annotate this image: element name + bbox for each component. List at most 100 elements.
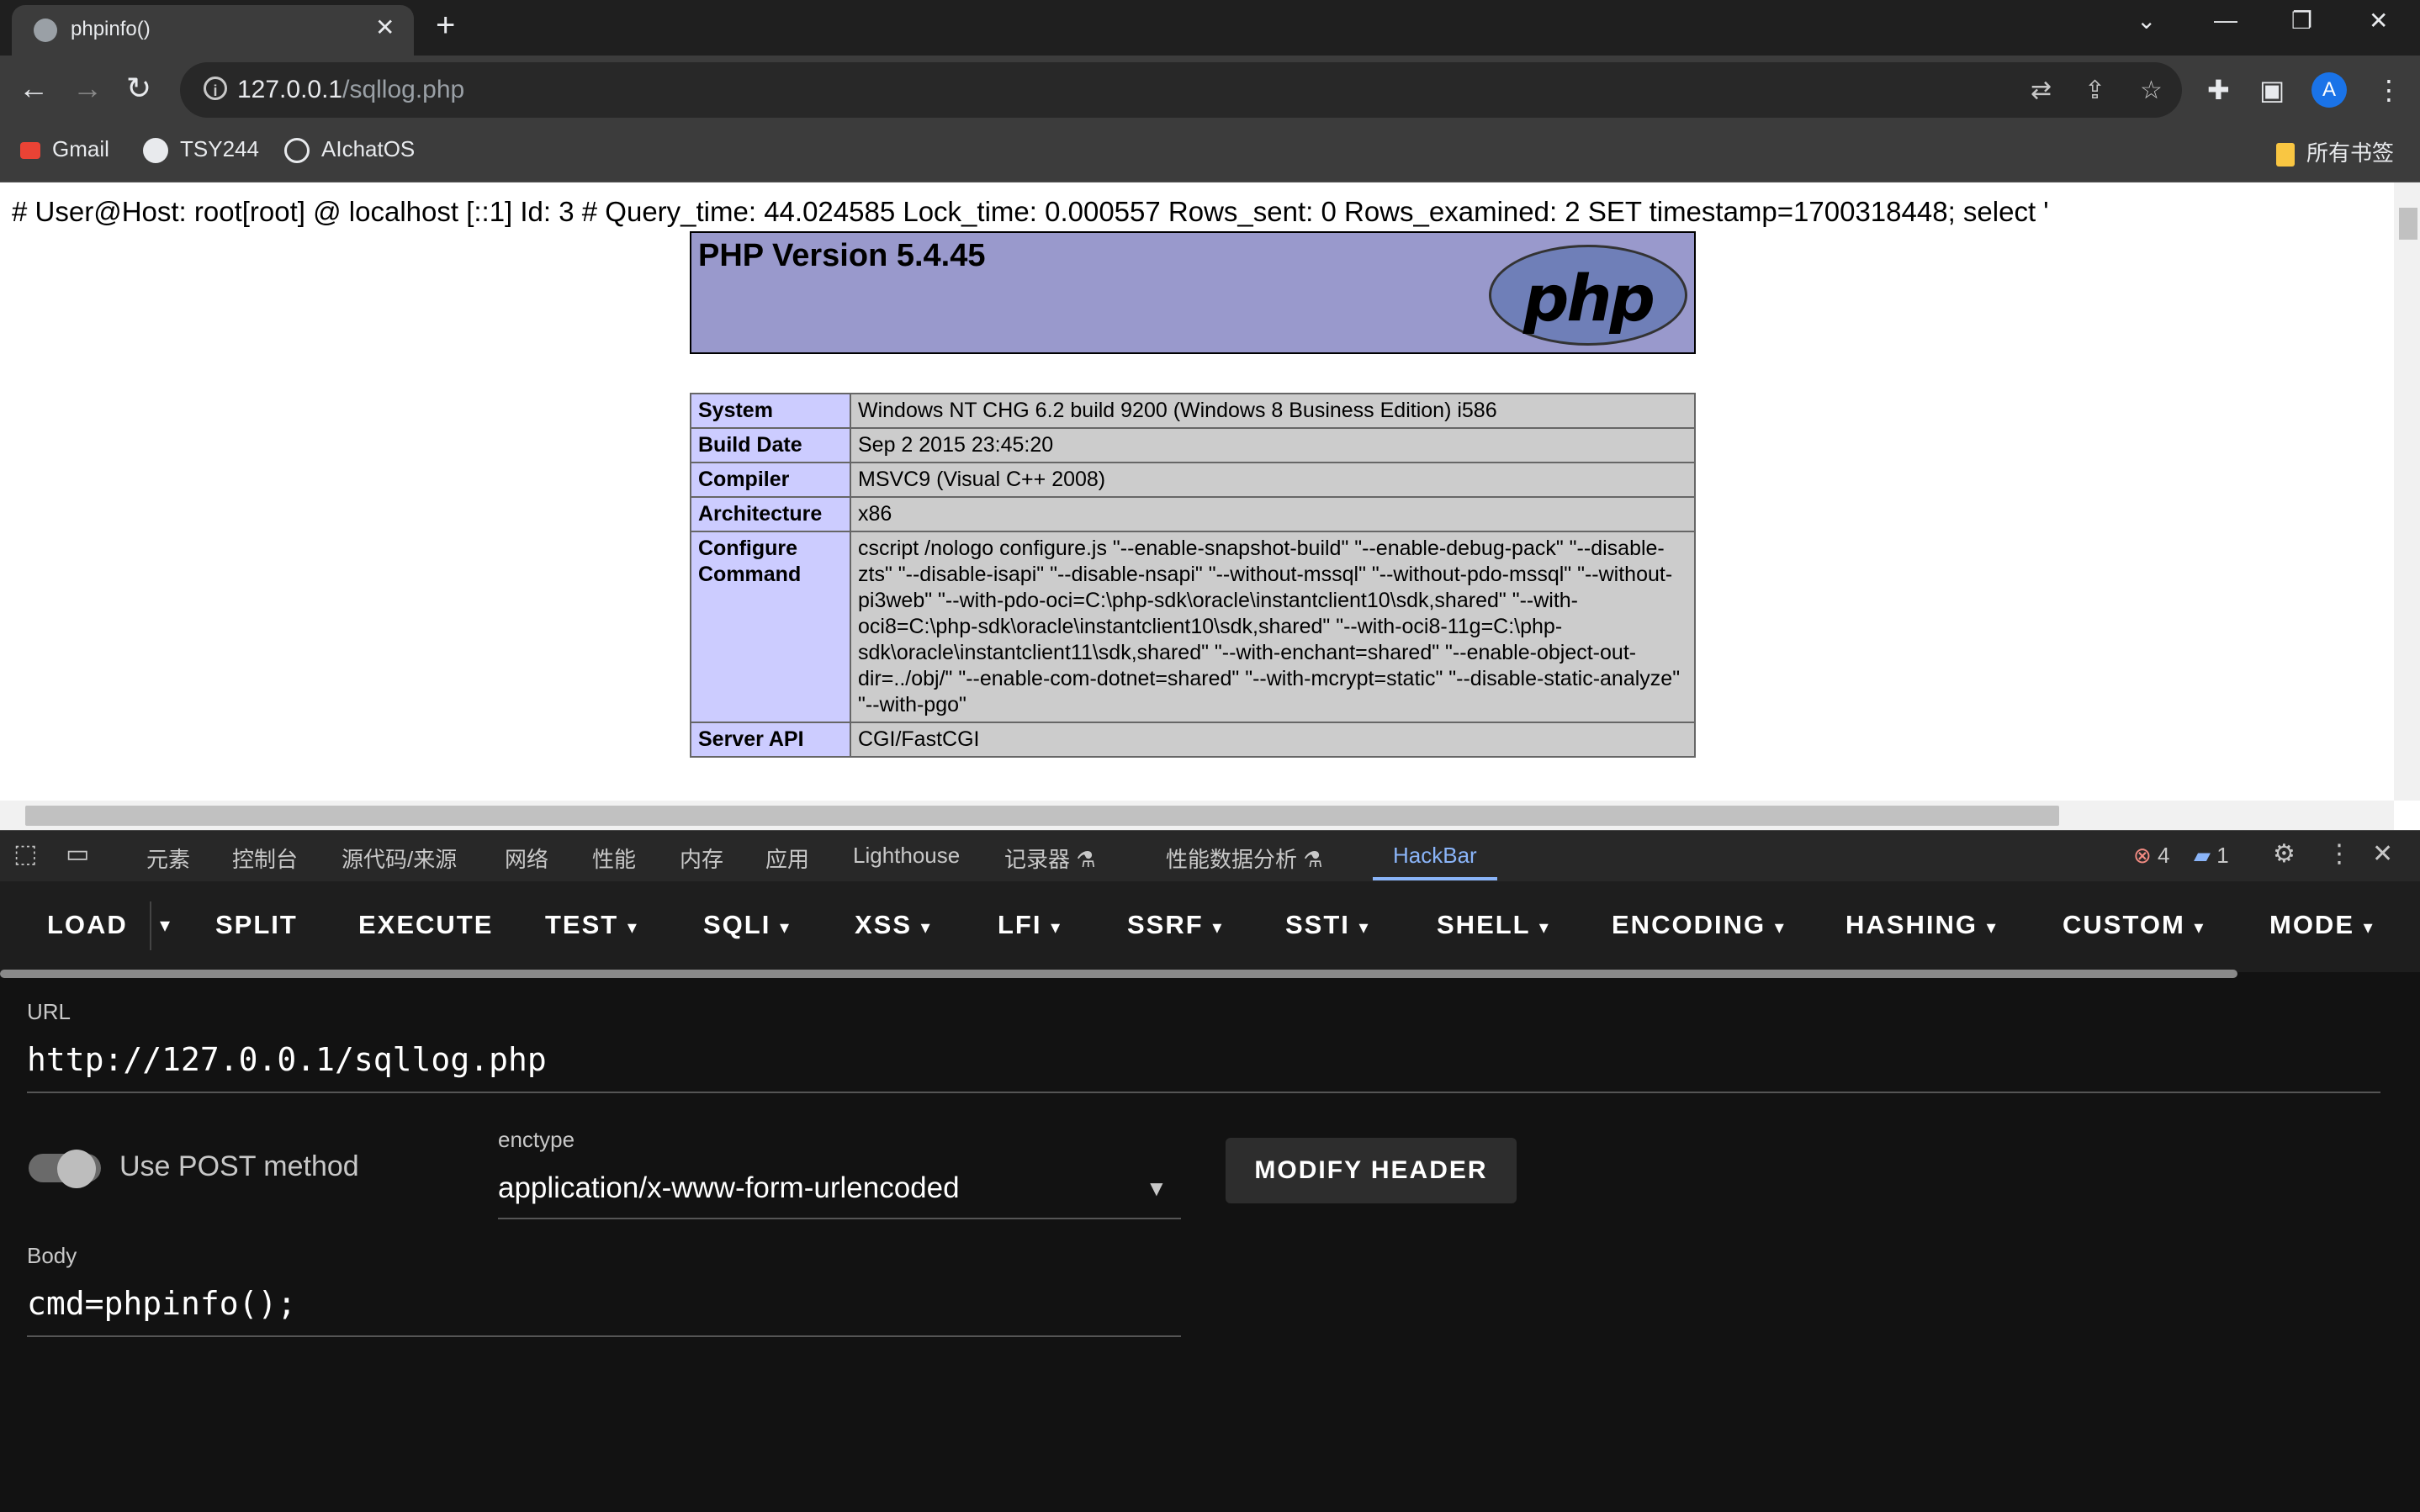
folder-icon bbox=[2276, 143, 2295, 167]
lfi-menu[interactable]: LFI ▾ bbox=[998, 910, 1062, 940]
url-input-underline bbox=[27, 1092, 2380, 1093]
bookmark-aichatos[interactable]: AIchatOS bbox=[284, 136, 416, 164]
devtools-tab-performance[interactable]: 性能 bbox=[592, 843, 636, 874]
enctype-dropdown-icon[interactable]: ▼ bbox=[1146, 1176, 1168, 1202]
horizontal-scroll-thumb[interactable] bbox=[25, 806, 2059, 826]
reload-icon[interactable]: ↻ bbox=[126, 71, 151, 106]
message-counter[interactable]: ▰ 1 bbox=[2194, 843, 2229, 869]
devtools-tab-hackbar[interactable]: HackBar bbox=[1393, 843, 1477, 869]
menu-label: CUSTOM bbox=[2063, 910, 2185, 939]
ssti-menu[interactable]: SSTI ▾ bbox=[1285, 910, 1370, 940]
bookmark-gmail[interactable]: Gmail bbox=[20, 136, 109, 162]
vertical-scrollbar[interactable] bbox=[2394, 182, 2420, 801]
devtools-tab-performance-insights[interactable]: 性能数据分析 ⚗ bbox=[1166, 843, 1323, 874]
url-label: URL bbox=[27, 999, 71, 1024]
extensions-puzzle-icon[interactable]: ✚ bbox=[2207, 74, 2230, 106]
chevron-down-icon: ▾ bbox=[1538, 917, 1550, 938]
load-dropdown-icon[interactable]: ▾ bbox=[160, 913, 172, 938]
error-counter[interactable]: ⊗ 4 bbox=[2133, 843, 2169, 869]
bookmark-star-icon[interactable]: ☆ bbox=[2140, 76, 2163, 105]
close-tab-icon[interactable]: ✕ bbox=[375, 13, 395, 41]
restore-button[interactable]: ❐ bbox=[2291, 7, 2312, 34]
xss-menu[interactable]: XSS ▾ bbox=[855, 910, 932, 940]
close-window-button[interactable]: ✕ bbox=[2369, 7, 2388, 34]
minimize-button[interactable]: — bbox=[2214, 7, 2237, 34]
execute-button[interactable]: EXECUTE bbox=[358, 910, 493, 940]
sqli-menu[interactable]: SQLI ▾ bbox=[703, 910, 791, 940]
sql-log-line: # User@Host: root[root] @ localhost [::1… bbox=[12, 196, 2049, 227]
settings-gear-icon[interactable]: ⚙ bbox=[2273, 839, 2296, 869]
url-input[interactable]: http://127.0.0.1/sqllog.php bbox=[27, 1041, 547, 1078]
side-panel-icon[interactable]: ▣ bbox=[2259, 74, 2285, 106]
chevron-down-icon: ▾ bbox=[1774, 917, 1786, 938]
post-method-toggle-knob[interactable] bbox=[57, 1150, 96, 1188]
message-count: 1 bbox=[2216, 843, 2229, 868]
menu-divider bbox=[150, 901, 151, 950]
active-tab-indicator bbox=[1373, 877, 1497, 880]
openai-icon bbox=[284, 138, 310, 164]
address-bar[interactable]: i 127.0.0.1/sqllog.php ⇄ ⇪ ☆ bbox=[180, 62, 2182, 118]
encoding-menu[interactable]: ENCODING ▾ bbox=[1612, 910, 1786, 940]
row-label: Configure Command bbox=[690, 531, 851, 723]
row-label: System bbox=[690, 393, 851, 429]
device-toolbar-icon[interactable]: ▭ bbox=[66, 839, 89, 869]
new-tab-button[interactable]: + bbox=[436, 7, 455, 45]
translate-icon[interactable]: ⇄ bbox=[2031, 76, 2052, 105]
menu-scrollbar[interactable] bbox=[0, 970, 2237, 978]
browser-toolbar: ← → ↻ i 127.0.0.1/sqllog.php ⇄ ⇪ ☆ ✚ ▣ A… bbox=[0, 56, 2420, 124]
custom-menu[interactable]: CUSTOM ▾ bbox=[2063, 910, 2205, 940]
chevron-down-icon: ▾ bbox=[920, 917, 932, 938]
shell-menu[interactable]: SHELL ▾ bbox=[1437, 910, 1550, 940]
error-icon: ⊗ bbox=[2133, 843, 2158, 868]
php-version-title: PHP Version 5.4.45 bbox=[698, 238, 986, 273]
devtools-tab-console[interactable]: 控制台 bbox=[232, 843, 298, 874]
chevron-down-icon: ▾ bbox=[627, 917, 638, 938]
row-value: cscript /nologo configure.js "--enable-s… bbox=[850, 531, 1696, 723]
address-url[interactable]: 127.0.0.1/sqllog.php bbox=[237, 76, 464, 104]
tab-search-icon[interactable]: ⌄ bbox=[2137, 7, 2156, 34]
share-icon[interactable]: ⇪ bbox=[2084, 76, 2105, 105]
chevron-down-icon: ▾ bbox=[1212, 917, 1224, 938]
body-input[interactable]: cmd=phpinfo(); bbox=[27, 1285, 296, 1322]
row-label: Architecture bbox=[690, 496, 851, 532]
hackbar-menu: LOAD ▾ SPLIT EXECUTE TEST ▾ SQLI ▾ XSS ▾… bbox=[0, 881, 2420, 972]
bookmark-label: AIchatOS bbox=[321, 136, 416, 161]
load-button[interactable]: LOAD bbox=[47, 910, 128, 940]
split-button[interactable]: SPLIT bbox=[215, 910, 298, 940]
test-menu[interactable]: TEST ▾ bbox=[545, 910, 638, 940]
forward-arrow-icon[interactable]: → bbox=[72, 71, 103, 106]
chevron-down-icon: ▾ bbox=[1051, 917, 1062, 938]
bookmark-tsy244[interactable]: TSY244 bbox=[143, 136, 259, 164]
vertical-scroll-thumb[interactable] bbox=[2399, 208, 2417, 240]
mode-menu[interactable]: MODE ▾ bbox=[2269, 910, 2375, 940]
devtools-tab-lighthouse[interactable]: Lighthouse bbox=[853, 843, 960, 869]
error-count: 4 bbox=[2158, 843, 2170, 868]
menu-label: SSRF bbox=[1127, 910, 1204, 939]
inspect-element-icon[interactable]: ⬚ bbox=[13, 839, 37, 869]
devtools-tab-recorder[interactable]: 记录器 ⚗ bbox=[1004, 843, 1096, 874]
bookmark-label: Gmail bbox=[52, 136, 109, 161]
row-value: MSVC9 (Visual C++ 2008) bbox=[850, 462, 1696, 498]
menu-label: LFI bbox=[998, 910, 1042, 939]
modify-header-button[interactable]: MODIFY HEADER bbox=[1226, 1138, 1517, 1203]
menu-label: SHELL bbox=[1437, 910, 1531, 939]
devtools-more-icon[interactable]: ⋮ bbox=[2327, 839, 2352, 869]
profile-avatar[interactable]: A bbox=[2311, 72, 2347, 108]
table-row: Architecture x86 bbox=[690, 496, 1696, 532]
back-arrow-icon[interactable]: ← bbox=[19, 71, 49, 106]
ssrf-menu[interactable]: SSRF ▾ bbox=[1127, 910, 1223, 940]
devtools-tab-memory[interactable]: 内存 bbox=[680, 843, 723, 874]
more-menu-icon[interactable]: ⋮ bbox=[2375, 74, 2402, 106]
devtools-tab-application[interactable]: 应用 bbox=[765, 843, 809, 874]
devtools-tab-elements[interactable]: 元素 bbox=[146, 843, 190, 874]
close-devtools-icon[interactable]: ✕ bbox=[2372, 839, 2393, 869]
enctype-select[interactable]: application/x-www-form-urlencoded bbox=[498, 1171, 960, 1205]
site-info-icon[interactable]: i bbox=[204, 77, 227, 100]
devtools-tab-sources[interactable]: 源代码/来源 bbox=[342, 843, 457, 874]
browser-tab[interactable]: phpinfo() ✕ bbox=[12, 5, 414, 56]
all-bookmarks[interactable]: 所有书签 bbox=[2276, 136, 2394, 167]
php-logo: php bbox=[1489, 245, 1687, 346]
hashing-menu[interactable]: HASHING ▾ bbox=[1845, 910, 1998, 940]
devtools-tab-network[interactable]: 网络 bbox=[505, 843, 548, 874]
table-row: Build Date Sep 2 2015 23:45:20 bbox=[690, 427, 1696, 463]
